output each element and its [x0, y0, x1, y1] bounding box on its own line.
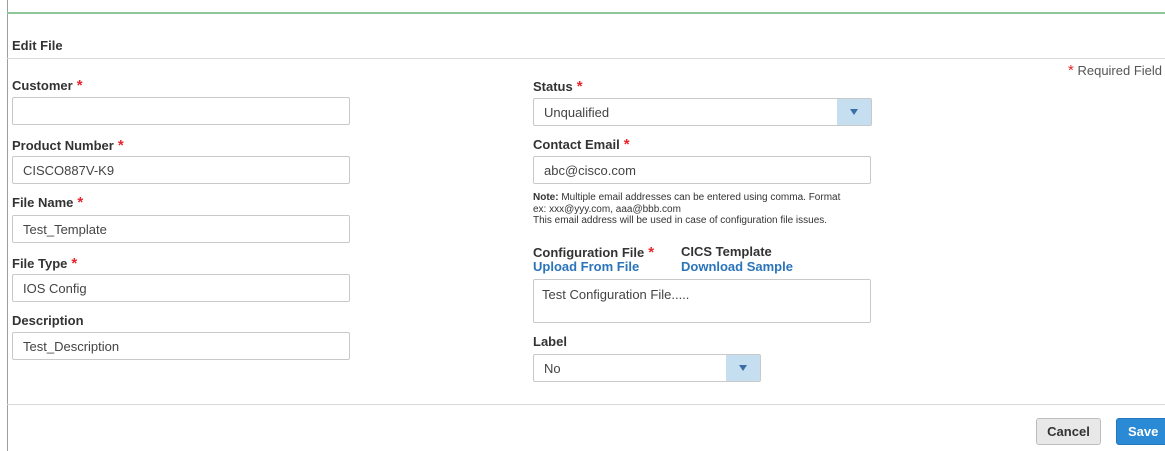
required-star: * [648, 244, 655, 261]
note-bold-text: Note: [533, 192, 559, 203]
status-selected-value: Unqualified [544, 105, 610, 120]
product-number-label: Product Number * [12, 137, 124, 154]
required-field-text: Required Field [1077, 63, 1163, 78]
configuration-file-label-text: Configuration File [533, 245, 645, 260]
label-select[interactable]: No [533, 354, 761, 382]
configuration-file-textarea[interactable]: Test Configuration File..... [533, 279, 871, 323]
status-label: Status * [533, 78, 583, 95]
panel-accent-line [7, 12, 1165, 14]
required-star: * [1068, 62, 1074, 79]
footer-divider [7, 404, 1165, 405]
file-type-label: File Type * [12, 255, 77, 272]
panel-title: Edit File [12, 38, 63, 53]
note-line-2: ex: xxx@yyy.com, aaa@bbb.com [533, 203, 681, 215]
file-type-label-text: File Type [12, 256, 68, 271]
product-number-input[interactable]: CISCO887V-K9 [12, 156, 350, 184]
file-name-label-text: File Name [12, 195, 74, 210]
cancel-button[interactable]: Cancel [1036, 418, 1101, 445]
file-type-input[interactable]: IOS Config [12, 274, 350, 302]
required-field-note: * Required Field [1068, 62, 1162, 79]
title-divider [7, 58, 1165, 59]
label-field-label: Label [533, 334, 567, 349]
product-number-label-text: Product Number [12, 138, 114, 153]
download-sample-link[interactable]: Download Sample [681, 259, 793, 274]
customer-label: Customer * [12, 77, 83, 94]
note-line-1: Multiple email addresses can be entered … [558, 192, 841, 203]
required-star: * [576, 78, 583, 95]
required-star: * [76, 77, 83, 94]
file-name-input[interactable]: Test_Template [12, 215, 350, 243]
cics-template-label: CICS Template [681, 244, 772, 259]
contact-email-label: Contact Email * [533, 136, 630, 153]
note-line-3: This email address will be used in case … [533, 215, 828, 226]
save-button[interactable]: Save [1116, 418, 1165, 445]
chevron-down-icon[interactable] [726, 355, 760, 381]
status-select[interactable]: Unqualified [533, 98, 872, 126]
file-name-label: File Name * [12, 194, 83, 211]
required-star: * [117, 137, 124, 154]
email-note: Note: Multiple email addresses can be en… [533, 192, 840, 227]
contact-email-input[interactable]: abc@cisco.com [533, 156, 871, 184]
label-selected-value: No [544, 361, 561, 376]
customer-input[interactable] [12, 97, 350, 125]
contact-email-label-text: Contact Email [533, 137, 620, 152]
status-label-text: Status [533, 79, 573, 94]
chevron-down-icon[interactable] [837, 99, 871, 125]
description-input[interactable]: Test_Description [12, 332, 350, 360]
required-star: * [623, 136, 630, 153]
upload-from-file-link[interactable]: Upload From File [533, 259, 639, 274]
required-star: * [71, 255, 78, 272]
required-star: * [77, 194, 84, 211]
description-label: Description [12, 313, 84, 328]
customer-label-text: Customer [12, 78, 73, 93]
